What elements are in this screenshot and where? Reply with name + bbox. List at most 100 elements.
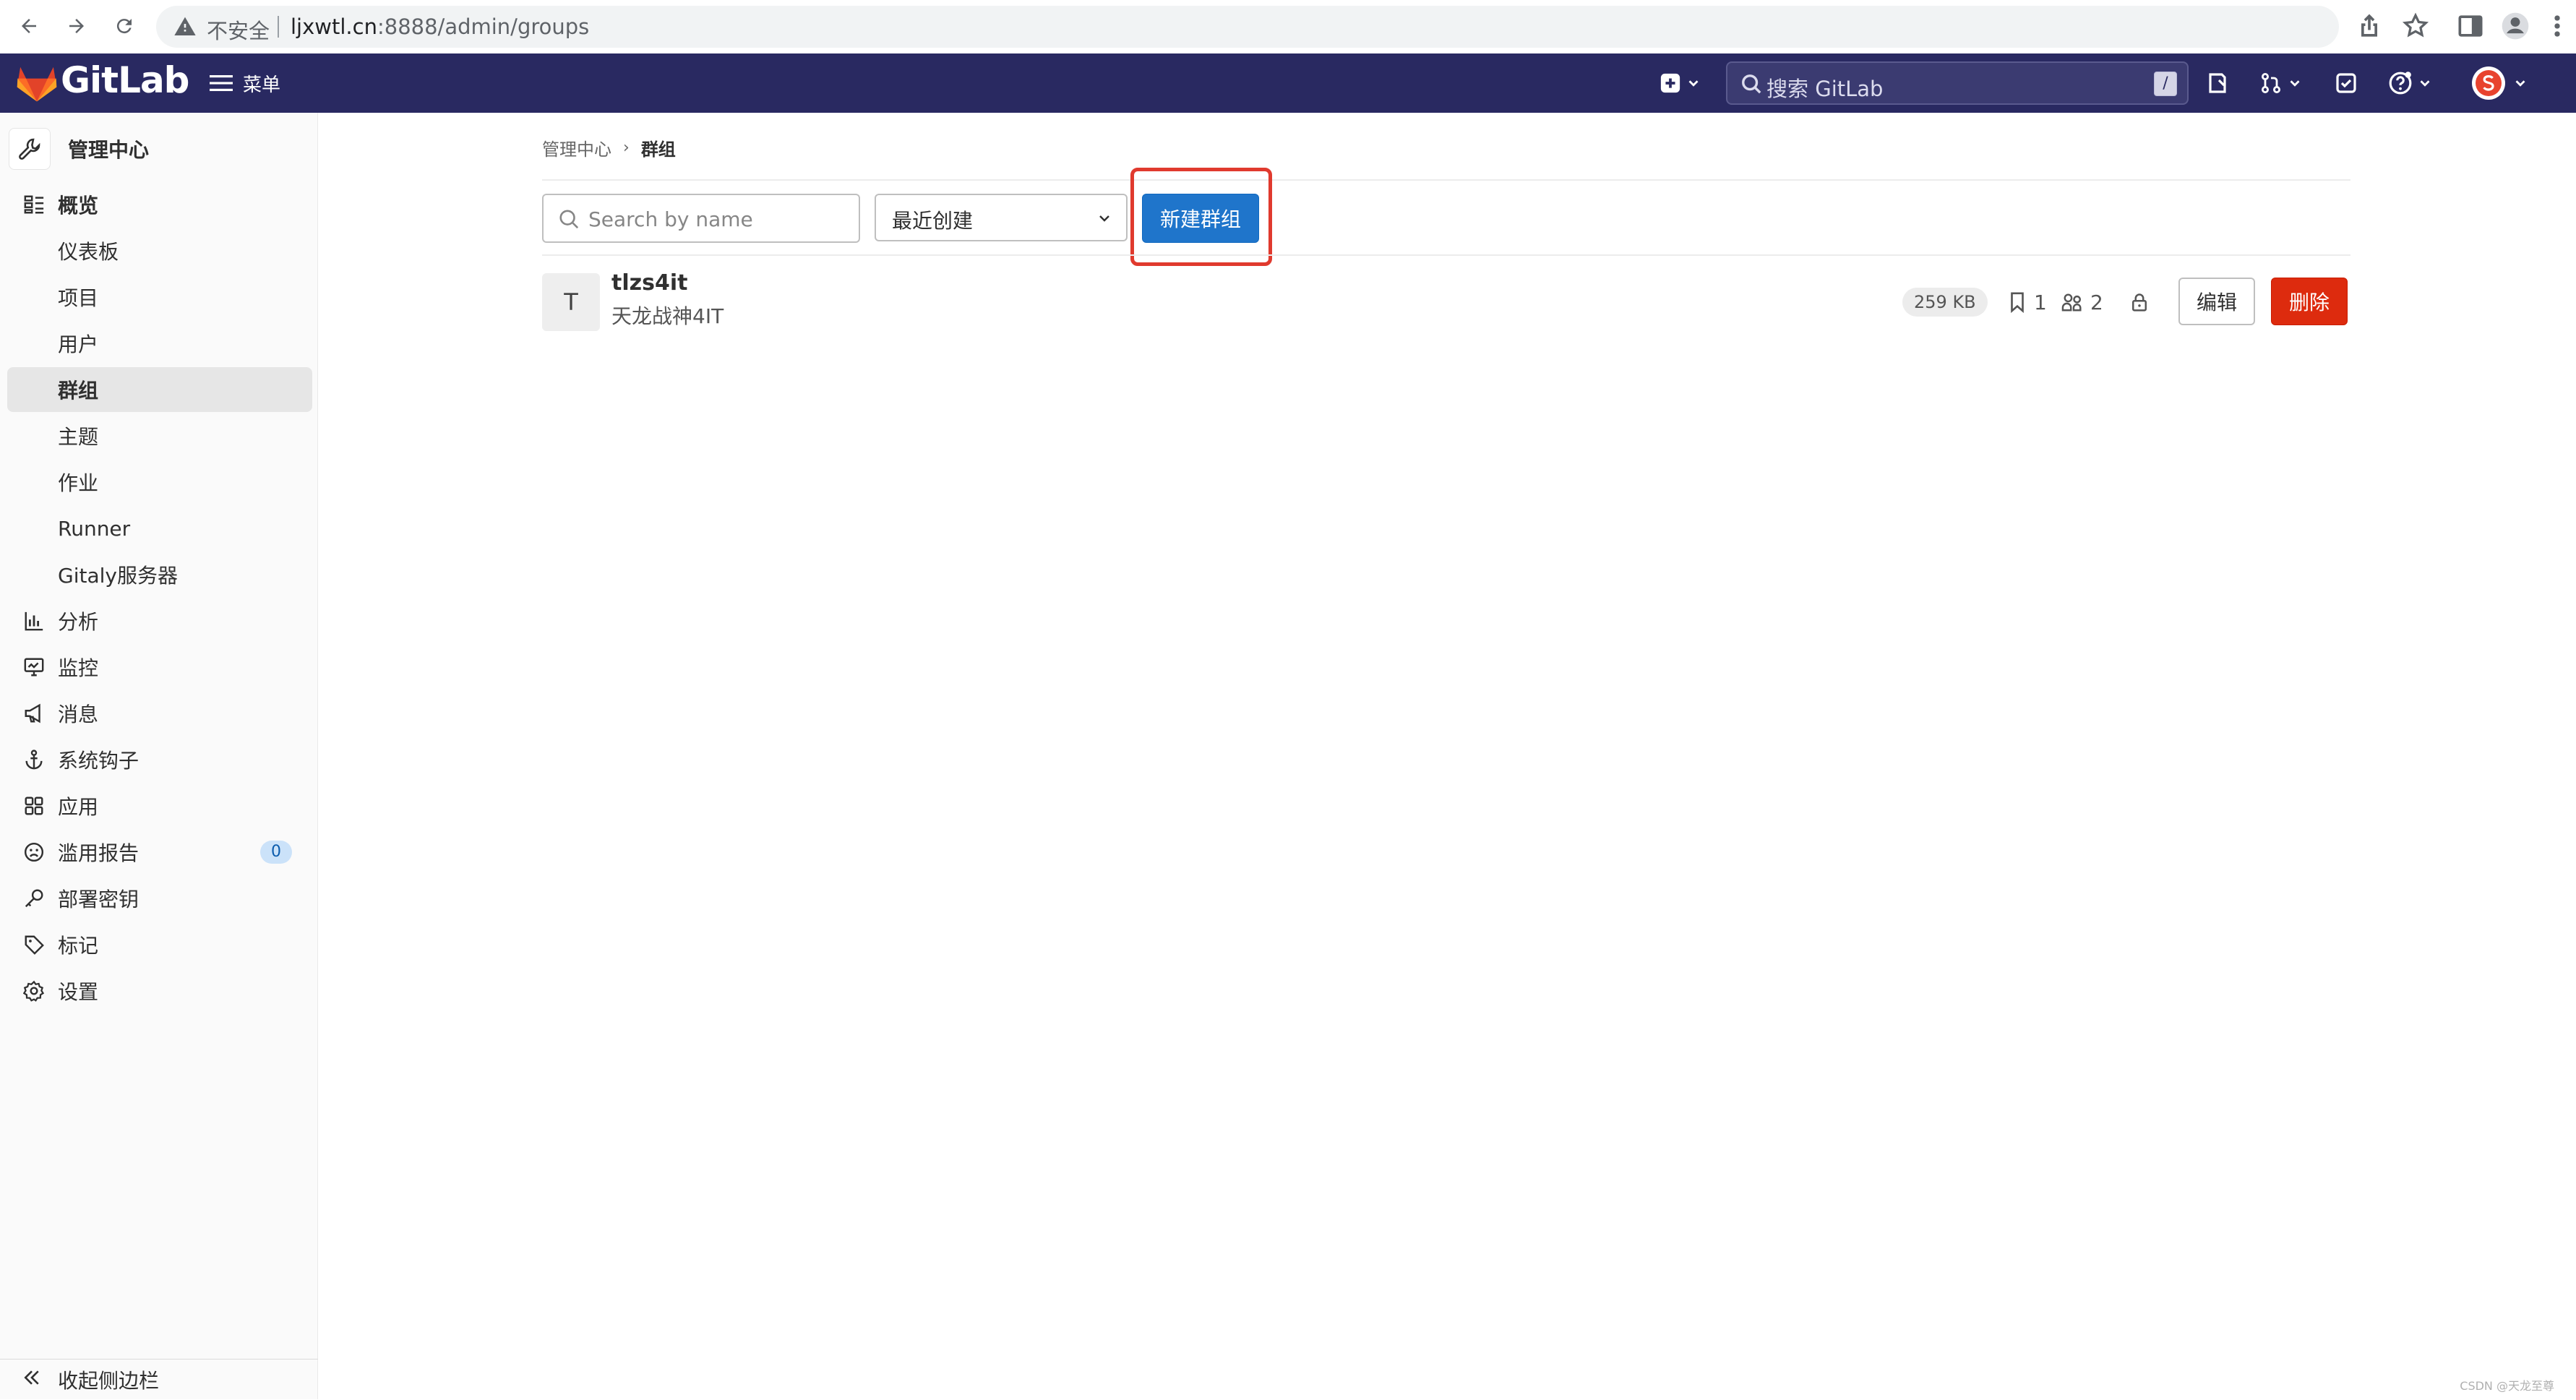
sidebar-item-gitaly-servers[interactable]: Gitaly服务器 [7,552,312,597]
sidebar-item-monitoring[interactable]: 监控 [7,645,312,690]
user-menu-chevron-icon[interactable] [2512,69,2528,97]
abuse-count-badge: 0 [260,841,292,864]
sort-dropdown[interactable]: 最近创建 [875,194,1128,241]
forward-icon[interactable] [61,10,93,42]
chevron-down-icon [2420,80,2430,87]
reload-icon[interactable] [108,10,140,42]
sidebar-item-projects[interactable]: 项目 [7,275,312,319]
sidebar-context-header[interactable]: 管理中心 [9,127,149,171]
create-new-dropdown[interactable] [1660,69,1701,97]
lock-icon [2129,289,2150,315]
sidebar-item-label: 系统钩子 [58,749,139,773]
side-panel-icon[interactable] [2455,10,2486,42]
help-icon [2389,72,2412,95]
menu-button[interactable]: 菜单 [210,68,280,98]
sidebar-item-groups[interactable]: 群组 [7,367,312,412]
sidebar-item-jobs[interactable]: 作业 [7,460,312,504]
address-bar[interactable]: 不安全 ljxwtl.cn:8888/admin/groups [156,6,2339,48]
sidebar-item-label: 概览 [58,194,99,218]
members-count: 2 [2061,289,2103,315]
sidebar-item-label: Runner [58,516,131,541]
breadcrumb-parent-link[interactable]: 管理中心 [542,135,611,160]
watermark-text: CSDN @天龙至尊 [2460,1379,2554,1393]
sidebar-item-label: 标记 [58,934,99,958]
anchor-icon [22,747,46,772]
sidebar-item-dashboard[interactable]: 仪表板 [7,228,312,273]
collapse-sidebar-label: 收起侧边栏 [58,1369,160,1393]
breadcrumb: 管理中心 › 群组 [542,134,676,160]
merge-requests-dropdown[interactable] [2259,69,2303,97]
bookmark-icon [2011,292,2024,313]
sidebar-item-abuse-reports[interactable]: 滥用报告 0 [7,830,312,875]
users-icon [2061,293,2082,312]
sidebar-context-label: 管理中心 [68,138,150,162]
warning-icon [174,17,196,35]
url-text[interactable]: ljxwtl.cn:8888/admin/groups [291,14,589,39]
search-placeholder: 搜索 GitLab [1766,77,1884,101]
sidebar-item-label: 滥用报告 [58,841,139,865]
sidebar-item-system-hooks[interactable]: 系统钩子 [7,737,312,782]
sidebar-item-label: 群组 [58,379,99,403]
sidebar-item-label: 应用 [58,795,99,819]
chevron-down-icon [2290,80,2300,87]
back-icon[interactable] [13,10,45,42]
applications-icon [22,794,46,818]
new-group-button[interactable]: 新建群组 [1142,194,1259,243]
issues-icon[interactable] [2206,69,2229,97]
breadcrumb-current[interactable]: 群组 [641,135,676,160]
top-navbar: GitLab 菜单 搜索 GitLab / [0,53,2576,113]
user-avatar[interactable] [2472,66,2505,100]
sidebar-item-messages[interactable]: 消息 [7,691,312,736]
bookmark-star-icon[interactable] [2400,10,2431,42]
omnibox-separator [278,16,279,38]
monitor-icon [22,655,46,679]
megaphone-icon [22,701,46,726]
security-label[interactable]: 不安全 [207,14,270,45]
profile-icon[interactable] [2499,10,2531,42]
projects-count-value: 1 [2034,290,2047,314]
sidebar-item-runners[interactable]: Runner [7,506,312,551]
storage-size-badge: 259 KB [1902,288,1988,317]
url-path: :8888/admin/groups [377,14,590,39]
sidebar-item-label: 分析 [58,610,99,634]
hamburger-icon [210,75,233,91]
gitlab-logo-icon[interactable] [16,64,58,103]
sidebar-item-labels[interactable]: 标记 [7,922,312,967]
sidebar-item-applications[interactable]: 应用 [7,783,312,828]
sidebar-item-label: Gitaly服务器 [58,564,178,588]
global-search[interactable]: 搜索 GitLab / [1726,61,2189,105]
share-icon[interactable] [2353,10,2385,42]
breadcrumb-divider [542,179,2350,181]
todos-icon[interactable] [2335,69,2358,97]
group-search-field[interactable] [542,194,860,243]
chart-icon [22,609,46,633]
edit-group-button[interactable]: 编辑 [2178,278,2255,325]
menu-label: 菜单 [243,74,281,96]
sidebar-item-users[interactable]: 用户 [7,321,312,366]
group-avatar[interactable]: T [542,273,600,331]
sort-selected-value: 最近创建 [892,209,974,233]
sidebar-item-overview[interactable]: 概览 [7,182,312,227]
double-chevron-left-icon [22,1367,46,1392]
group-description: 天龙战神4IT [611,304,724,328]
gitlab-wordmark[interactable]: GitLab [61,59,189,101]
table-row: T tlzs4it 天龙战神4IT 259 KB 1 2 编辑 删除 [542,270,2350,332]
collapse-sidebar-button[interactable]: 收起侧边栏 [0,1359,318,1400]
sidebar-item-analytics[interactable]: 分析 [7,598,312,643]
search-icon [1742,74,1761,94]
label-icon [22,932,46,957]
help-dropdown[interactable] [2388,69,2433,97]
delete-group-button[interactable]: 删除 [2271,278,2348,325]
sidebar-item-deploy-keys[interactable]: 部署密钥 [7,876,312,921]
url-host: ljxwtl.cn [291,14,377,39]
chevron-down-icon [1688,80,1699,87]
search-shortcut-key: / [2154,72,2177,96]
group-search-input[interactable] [587,201,850,237]
sidebar-item-settings[interactable]: 设置 [7,969,312,1013]
group-name-link[interactable]: tlzs4it [611,270,687,296]
sidebar-item-label: 用户 [58,332,99,356]
browser-menu-icon[interactable] [2550,10,2564,42]
sidebar-item-topics[interactable]: 主题 [7,413,312,458]
settings-icon [22,979,46,1003]
plus-square-icon [1660,73,1680,93]
